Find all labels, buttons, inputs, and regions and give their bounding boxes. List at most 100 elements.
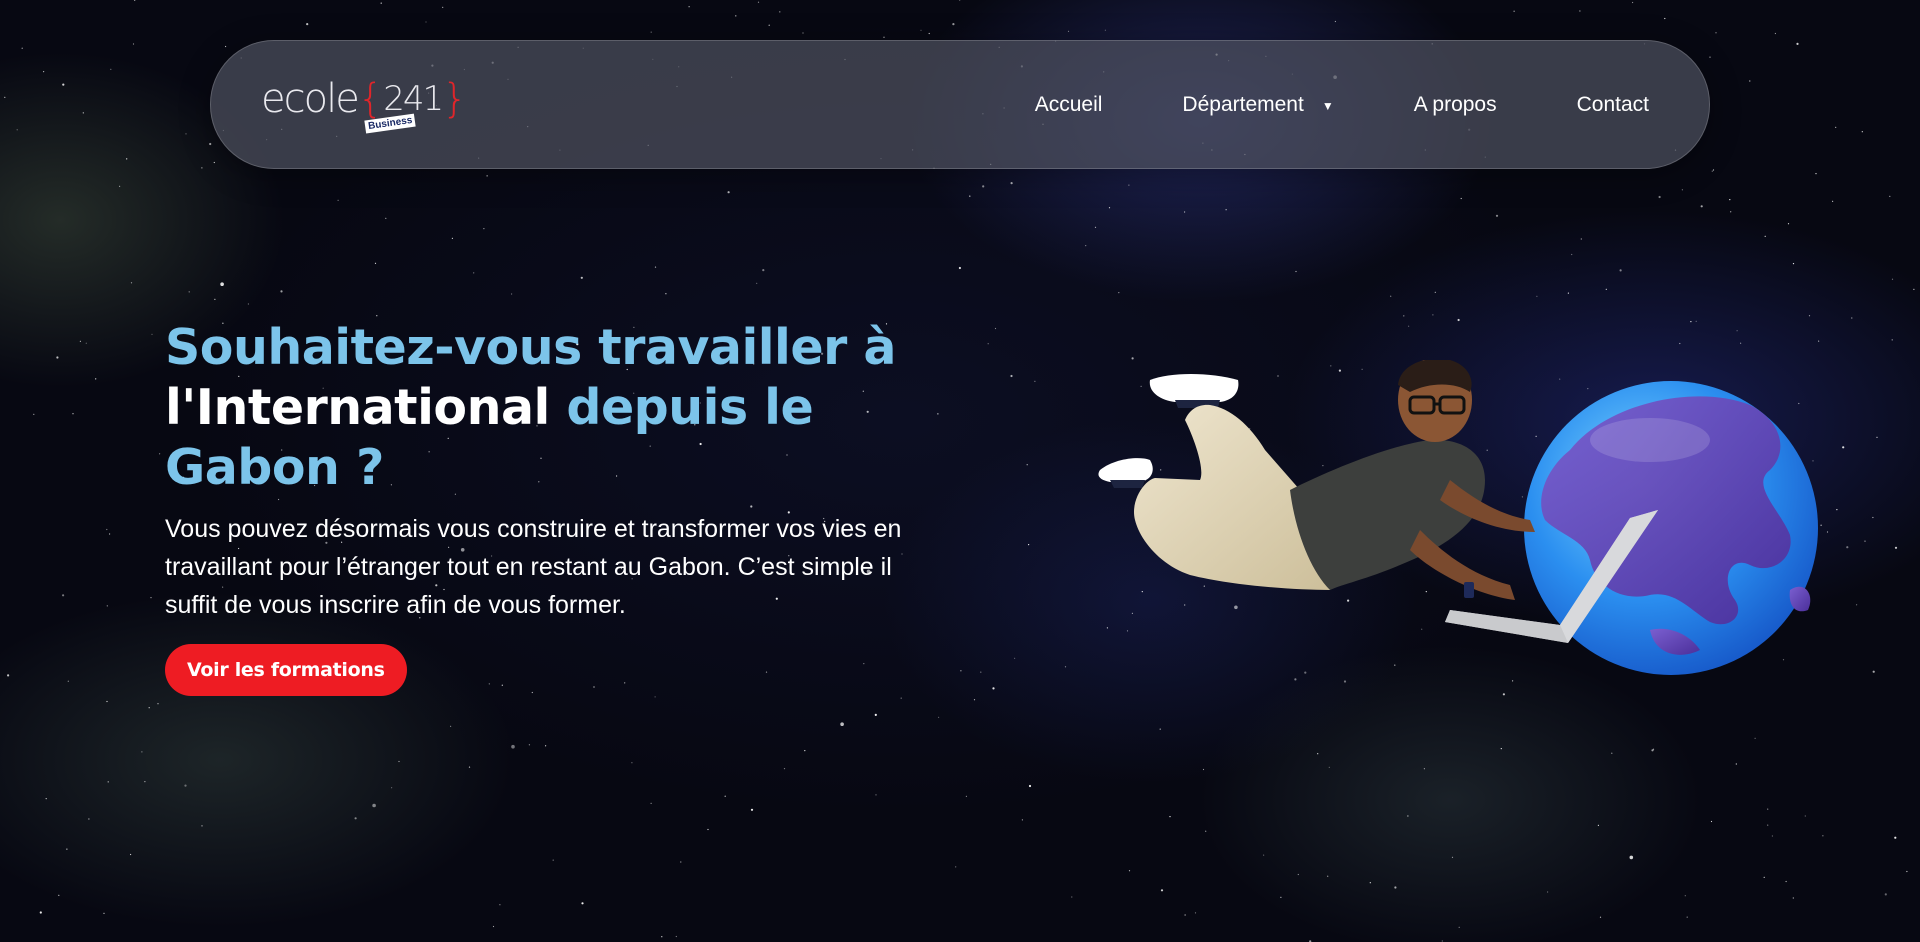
star (1500, 748, 1502, 750)
star (973, 699, 976, 701)
nav-item-a-propos[interactable]: A propos (1414, 93, 1497, 117)
star (688, 6, 690, 8)
star (1632, 1, 1634, 4)
star (130, 282, 133, 284)
nav-item-label: Contact (1576, 92, 1649, 116)
star (450, 725, 452, 727)
star (1010, 182, 1013, 185)
star (1094, 226, 1097, 228)
star (1502, 693, 1505, 696)
nav-item-accueil[interactable]: Accueil (1035, 93, 1103, 117)
star (1457, 318, 1460, 322)
star (144, 781, 146, 783)
star (1599, 916, 1602, 918)
star (920, 29, 922, 31)
star (85, 342, 87, 344)
voir-formations-button[interactable]: Voir les formations (165, 644, 407, 696)
star (1225, 209, 1227, 211)
star (380, 2, 382, 4)
star (220, 282, 224, 287)
star (1169, 816, 1171, 818)
star (58, 894, 60, 896)
star (1763, 876, 1765, 879)
star (109, 533, 111, 535)
star (1567, 292, 1569, 294)
star (1118, 292, 1120, 294)
star (1764, 235, 1766, 237)
star (1891, 278, 1894, 280)
star (1597, 824, 1599, 827)
star (581, 902, 584, 905)
star (1297, 873, 1299, 876)
star (631, 762, 633, 764)
navbar: ecole { 241 } Business Accueil Départeme… (210, 40, 1710, 169)
star (1792, 897, 1794, 899)
star (1390, 295, 1392, 297)
site-logo[interactable]: ecole { 241 } Business (261, 76, 468, 134)
star (1735, 763, 1737, 765)
logo-brace-close: } (442, 76, 468, 122)
star (1774, 32, 1776, 35)
star (1434, 291, 1436, 293)
star (1804, 815, 1806, 817)
nav-item-departement[interactable]: Département ▼ (1182, 93, 1333, 117)
star (1884, 893, 1887, 896)
star (1010, 374, 1013, 378)
star (1842, 446, 1845, 449)
star (337, 199, 339, 201)
star (16, 129, 18, 131)
star (1686, 916, 1688, 918)
star (1460, 197, 1462, 200)
star (965, 795, 968, 798)
star (39, 911, 42, 914)
person-figure (1098, 360, 1535, 600)
star (1280, 896, 1282, 898)
star (875, 794, 877, 796)
star (1064, 666, 1067, 668)
star (209, 142, 212, 146)
star (1021, 819, 1024, 821)
star (1071, 896, 1073, 898)
star (126, 158, 128, 160)
star (62, 594, 65, 597)
star (1295, 270, 1297, 273)
star (88, 818, 90, 820)
hero-section: Souhaitez-vous travailler à l'Internation… (165, 318, 945, 696)
star (132, 43, 135, 45)
nav-item-contact[interactable]: Contact (1577, 93, 1649, 117)
star (134, 0, 136, 1)
star (757, 1, 760, 3)
star (1787, 223, 1790, 225)
star (1202, 768, 1205, 771)
star (499, 904, 501, 906)
star (1108, 207, 1111, 209)
star (958, 266, 962, 270)
star (1432, 314, 1434, 316)
star (959, 0, 961, 1)
star (1700, 205, 1703, 208)
star (1408, 325, 1410, 327)
star (545, 745, 547, 747)
star (1128, 870, 1131, 872)
star (106, 605, 108, 607)
star (1652, 748, 1655, 750)
star (1495, 214, 1499, 217)
star (952, 23, 955, 26)
star (66, 848, 68, 850)
star (483, 228, 485, 230)
star (650, 802, 652, 805)
star (1513, 10, 1515, 12)
star (680, 861, 682, 863)
star (768, 24, 770, 26)
star (1681, 189, 1683, 191)
star (1547, 891, 1549, 893)
star (79, 340, 81, 342)
star (1894, 836, 1897, 839)
star (184, 784, 187, 787)
star (1861, 131, 1863, 133)
star (1441, 940, 1443, 942)
star (1679, 342, 1681, 345)
star (82, 112, 84, 114)
star (492, 925, 495, 928)
star (960, 670, 962, 672)
